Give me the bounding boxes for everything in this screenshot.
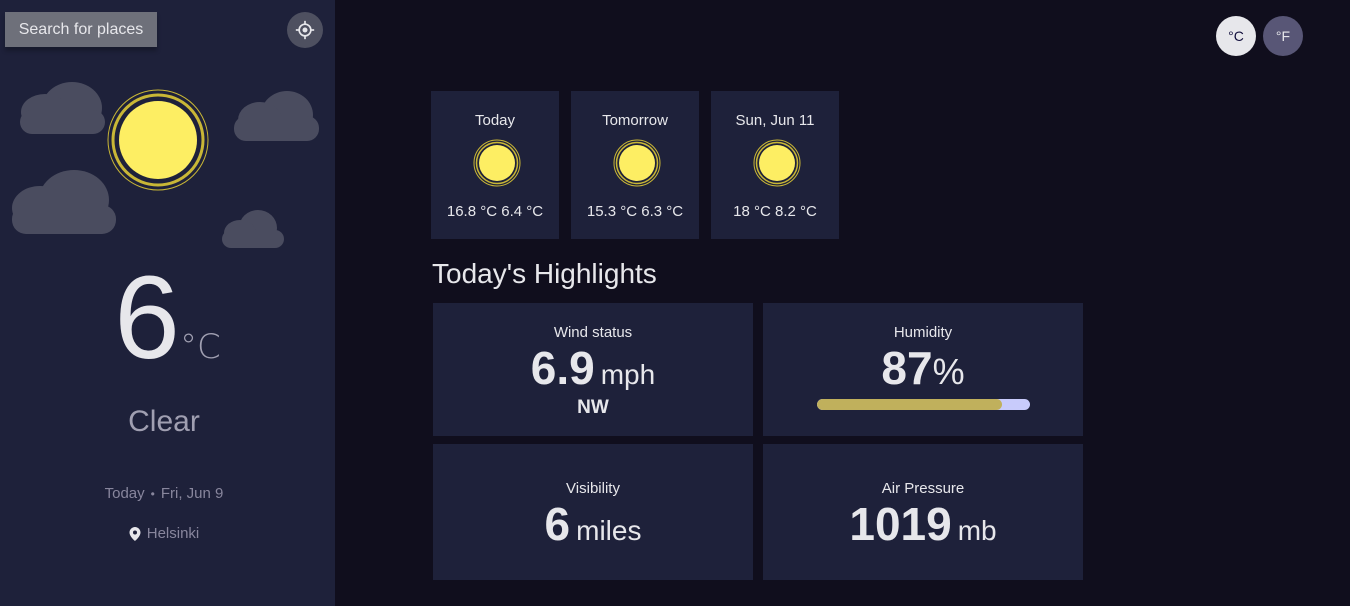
location-name: Helsinki [146,525,200,542]
wind-label: Wind status [553,324,633,341]
cloud-icon [20,82,105,134]
forecast-min: 6.4 °C [501,203,544,220]
forecast-card-sun-jun-11: Sun, Jun 11 18 °C 8.2 °C [711,91,839,239]
sun-icon [613,139,661,187]
humidity-label: Humidity [893,324,953,341]
forecast-day: Today [474,112,516,129]
sun-icon [473,139,521,187]
celsius-toggle[interactable]: °C [1216,16,1256,56]
weather-condition: Clear [128,405,200,438]
cloud-icon [12,170,116,234]
pressure-number: 1019 [849,498,952,550]
wind-speed: 6.9 [530,342,595,394]
humidity-value: 87% [763,341,1083,395]
visibility-card: Visibility 6 miles [433,444,753,580]
forecast-day: Sun, Jun 11 [735,112,815,129]
sidebar: Search for places 6°C Clear Today • Fri,… [0,0,335,606]
map-pin-icon [129,526,141,541]
forecast-max: 15.3 °C [586,203,638,220]
forecast-temps: 15.3 °C 6.3 °C [571,203,699,220]
wind-value: 6.9 mph [433,341,753,395]
forecast-max: 18 °C [733,203,771,220]
current-date: Fri, Jun 9 [160,485,224,502]
date-separator: • [150,486,155,501]
pressure-unit: mb [957,515,997,546]
wind-direction: NW [577,397,609,418]
forecast-temps: 18 °C 8.2 °C [711,203,839,220]
forecast-card-tomorrow: Tomorrow 15.3 °C 6.3 °C [571,91,699,239]
visibility-label: Visibility [566,480,620,497]
location: Helsinki [0,525,328,542]
humidity-bar [817,399,1030,410]
humidity-number: 87 [881,342,933,394]
wind-unit: mph [600,359,656,390]
forecast-card-today: Today 16.8 °C 6.4 °C [431,91,559,239]
current-temp-value: 6 [114,252,180,384]
humidity-card: Humidity 87% [763,303,1083,436]
humidity-unit: % [932,351,965,392]
highlights-title: Today's Highlights [432,258,657,289]
forecast-min: 8.2 °C [775,203,817,220]
current-temp-unit: °C [179,327,221,367]
fahrenheit-toggle[interactable]: °F [1263,16,1303,56]
forecast-temps: 16.8 °C 6.4 °C [431,203,559,220]
air-pressure-card: Air Pressure 1019 mb [763,444,1083,580]
wind-status-card: Wind status 6.9 mph NW [433,303,753,436]
search-places-button[interactable]: Search for places [5,12,157,47]
locate-button[interactable] [287,12,323,48]
forecast-max: 16.8 °C [446,203,498,220]
pressure-label: Air Pressure [881,480,965,497]
visibility-value: 6 miles [433,497,753,551]
date-prefix: Today [104,485,145,502]
forecast-day: Tomorrow [602,112,668,129]
humidity-bar-fill [817,399,1003,410]
cloud-icon [222,210,284,248]
current-temperature: 6°C [0,250,335,386]
visibility-unit: miles [576,515,642,546]
sun-icon [107,89,209,191]
cloud-icon [234,91,319,141]
pressure-value: 1019 mb [763,497,1083,551]
crosshair-icon [295,20,315,40]
sun-icon [753,139,801,187]
visibility-number: 6 [544,498,571,550]
weather-illustration [12,82,319,248]
date-line: Today • Fri, Jun 9 [0,485,328,502]
forecast-min: 6.3 °C [641,203,684,220]
